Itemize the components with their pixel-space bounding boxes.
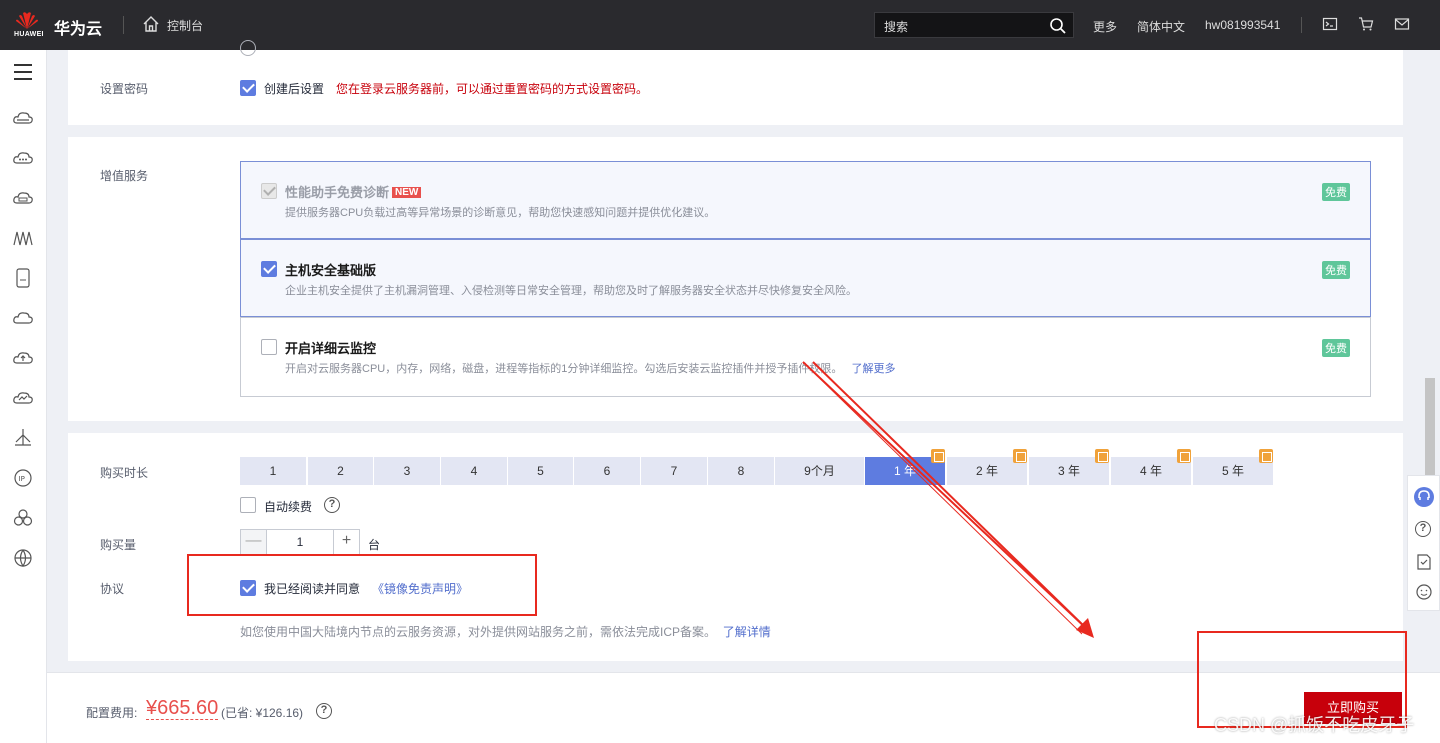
icp-notice: 如您使用中国大陆境内节点的云服务资源，对外提供网站服务之前，需依法完成ICP备案… — [240, 625, 771, 639]
service-desc: 提供服务器CPU负载过高等异常场景的诊断意见，帮助您快速感知问题并提供优化建议。 — [285, 207, 716, 219]
deploy-icon[interactable] — [12, 427, 34, 449]
host-security-checkbox[interactable] — [261, 261, 277, 277]
cloud-dots-icon[interactable] — [12, 147, 34, 169]
watermark: CSDN @抓饭不吃皮牙子 — [1214, 715, 1415, 735]
gift-icon — [1177, 449, 1191, 463]
duration-option[interactable]: 8 — [708, 457, 774, 485]
gift-icon — [1013, 449, 1027, 463]
divider — [123, 16, 124, 34]
perf-assistant-checkbox — [261, 183, 277, 199]
customer-service-icon[interactable] — [1413, 486, 1435, 508]
search-input[interactable]: 搜索 — [874, 12, 1074, 38]
password-label: 设置密码 — [100, 82, 149, 96]
network-icon[interactable] — [12, 227, 34, 249]
username[interactable]: hw081993541 — [1205, 18, 1280, 32]
duration-option[interactable]: 4 — [441, 457, 507, 485]
search-icon[interactable] — [1049, 17, 1067, 35]
auto-renew-label: 自动续费 — [264, 500, 313, 514]
new-badge: NEW — [392, 187, 422, 198]
brand-name[interactable]: 华为云 — [54, 15, 102, 39]
agreement-label: 协议 — [100, 582, 125, 596]
detailed-monitoring-checkbox[interactable] — [261, 339, 277, 355]
service-option-detailed-monitoring[interactable]: 开启详细云监控 开启对云服务器CPU，内存，网络，磁盘，进程等指标的1分钟详细监… — [240, 317, 1371, 397]
smile-icon[interactable] — [1415, 583, 1433, 601]
total-price[interactable]: ¥665.60 — [146, 697, 219, 720]
increase-button[interactable]: + — [333, 530, 359, 554]
password-section: 设置密码 创建后设置 您在登录云服务器前，可以通过重置密码的方式设置密码。 — [68, 40, 1403, 125]
duration-option[interactable]: 6 — [574, 457, 640, 485]
help-icon[interactable]: ? — [324, 497, 340, 513]
top-navigation-bar: HUAWEI 华为云 控制台 搜索 更多 简体中文 hw081993541 — [0, 0, 1440, 50]
free-badge: 免费 — [1322, 183, 1350, 201]
duration-label: 购买时长 — [100, 466, 149, 480]
divider — [1301, 17, 1302, 33]
gift-icon — [1095, 449, 1109, 463]
duration-option[interactable]: 7 — [641, 457, 707, 485]
set-after-create-label: 创建后设置 — [264, 82, 325, 96]
cloud-storage-icon[interactable] — [12, 187, 34, 209]
language-switch[interactable]: 简体中文 — [1137, 18, 1185, 35]
help-icon[interactable]: ? — [1415, 521, 1431, 537]
logo-text: HUAWEI — [14, 31, 44, 38]
duration-option[interactable]: 9个月 — [775, 457, 864, 485]
quantity-label: 购买量 — [100, 538, 137, 552]
cloud-icon[interactable] — [12, 307, 34, 329]
eip-icon[interactable]: IP — [12, 467, 34, 489]
more-menu[interactable]: 更多 — [1093, 18, 1117, 35]
service-option-host-security[interactable]: 主机安全基础版 企业主机安全提供了主机漏洞管理、入侵检测等日常安全管理，帮助您及… — [240, 239, 1371, 317]
service-title: 主机安全基础版 — [285, 263, 377, 278]
gift-icon — [931, 449, 945, 463]
cart-icon[interactable] — [1358, 16, 1374, 32]
free-badge: 免费 — [1322, 261, 1350, 279]
quantity-unit: 台 — [368, 538, 381, 552]
console-link[interactable]: 控制台 — [167, 17, 203, 34]
learn-more-link[interactable]: 了解更多 — [852, 363, 896, 375]
device-icon[interactable] — [12, 267, 34, 289]
service-title: 性能助手免费诊断 NEW — [285, 182, 422, 201]
service-title: 开启详细云监控 — [285, 341, 377, 356]
service-sidebar: IP — [0, 50, 47, 743]
decrease-button[interactable]: — — [241, 530, 267, 554]
menu-icon[interactable] — [12, 61, 34, 83]
floating-toolbar: ? — [1407, 475, 1440, 611]
service-desc: 开启对云服务器CPU，内存，网络，磁盘，进程等指标的1分钟详细监控。勾选后安装云… — [285, 363, 896, 375]
cloud-monitor-icon[interactable] — [12, 387, 34, 409]
set-after-create-checkbox[interactable] — [240, 80, 256, 96]
fee-label: 配置费用: — [86, 706, 138, 720]
globe-icon[interactable] — [12, 547, 34, 569]
cloud-upload-icon[interactable] — [12, 347, 34, 369]
value-added-label: 增值服务 — [100, 169, 149, 183]
duration-option[interactable]: 1 — [240, 457, 306, 485]
gift-icon — [1259, 449, 1273, 463]
quantity-input[interactable]: 1 — [267, 530, 333, 554]
service-desc: 企业主机安全提供了主机漏洞管理、入侵检测等日常安全管理，帮助您及时了解服务器安全… — [285, 285, 857, 297]
duration-option[interactable]: 3 — [374, 457, 440, 485]
password-hint: 您在登录云服务器前，可以通过重置密码的方式设置密码。 — [336, 82, 649, 96]
search-placeholder: 搜索 — [884, 20, 909, 34]
saved-amount: (已省: ¥126.16) — [221, 706, 304, 720]
svg-text:IP: IP — [19, 475, 25, 483]
annotation-box-agreement — [187, 554, 537, 616]
home-icon[interactable] — [142, 15, 160, 33]
free-badge: 免费 — [1322, 339, 1350, 357]
help-icon[interactable]: ? — [316, 703, 332, 719]
icp-learn-more-link[interactable]: 了解详情 — [723, 625, 771, 639]
duration-option[interactable]: 2 — [308, 457, 373, 485]
radio-button[interactable] — [240, 40, 256, 56]
service-option-perf-assistant[interactable]: 性能助手免费诊断 NEW 提供服务器CPU负载过高等异常场景的诊断意见，帮助您快速… — [240, 161, 1371, 239]
mail-icon[interactable] — [1394, 16, 1410, 32]
duration-option[interactable]: 5 — [508, 457, 573, 485]
cluster-icon[interactable] — [12, 507, 34, 529]
console-window-icon[interactable] — [1322, 16, 1338, 32]
auto-renew-checkbox[interactable] — [240, 497, 256, 513]
cloud-server-icon[interactable] — [12, 107, 34, 129]
quantity-stepper: — 1 + — [240, 529, 360, 555]
feedback-icon[interactable] — [1415, 553, 1433, 571]
huawei-logo-icon[interactable] — [14, 10, 40, 30]
